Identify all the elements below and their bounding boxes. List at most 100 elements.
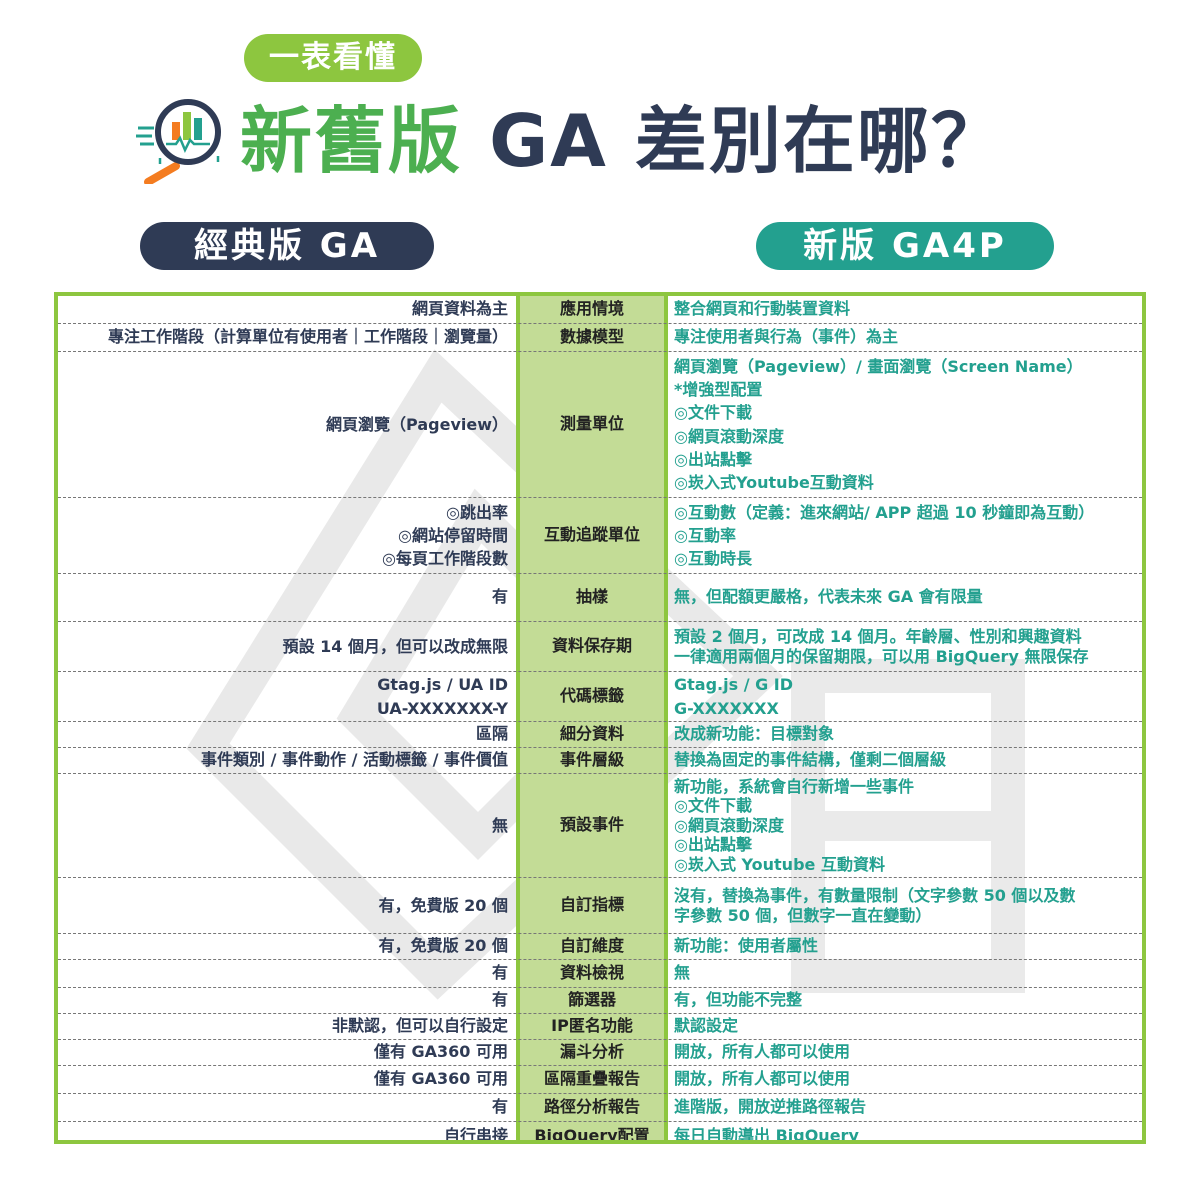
ga4-cell-line: ◎互動時長	[674, 549, 752, 569]
classic-cell-line: 網頁瀏覽（Pageview）	[326, 414, 508, 434]
ga4-cell: 沒有，替換為事件，有數量限制（文字參數 50 個以及數 字參數 50 個，但數字一…	[672, 878, 1142, 933]
classic-cell-line: 自行串接	[443, 1125, 508, 1144]
table-row: 有 抽樣 無，但配額更嚴格，代表未來 GA 會有限量	[58, 574, 1142, 622]
classic-cell-line: 網頁資料為主	[411, 299, 508, 319]
classic-cell-line: 無	[491, 815, 508, 835]
classic-cell: 非默認，但可以自行設定	[58, 1014, 514, 1039]
feature-label: 代碼標籤	[559, 686, 624, 706]
title-rest: GA 差別在哪？	[462, 99, 1005, 183]
ga4-cell: 每日自動導出 BigQuery	[672, 1122, 1142, 1140]
table-row: 有 資料檢視 無	[58, 960, 1142, 988]
feature-label: 預設事件	[559, 815, 624, 835]
ga4-cell: 有，但功能不完整	[672, 988, 1142, 1013]
classic-cell-line: 有	[491, 990, 508, 1010]
ga4-cell: 開放，所有人都可以使用	[672, 1040, 1142, 1065]
feature-cell: 應用情境	[520, 296, 664, 323]
classic-cell: 有	[58, 988, 514, 1013]
ga4-cell-line: *增強型配置	[674, 380, 763, 400]
feature-label: 篩選器	[567, 990, 616, 1010]
feature-label: 漏斗分析	[559, 1042, 624, 1062]
ga4-cell: 專注使用者與行為（事件）為主	[672, 324, 1142, 351]
ga4-cell-line: 默認設定	[674, 1016, 739, 1036]
classic-cell: 無	[58, 774, 514, 877]
table-row: 有 路徑分析報告 進階版，開放逆推路徑報告	[58, 1094, 1142, 1122]
feature-cell: 資料檢視	[520, 960, 664, 987]
ga4-cell-line: 替換為固定的事件結構，僅剩二個層級	[674, 750, 947, 770]
classic-cell: 僅有 GA360 可用	[58, 1066, 514, 1093]
ga4-header: 新版 GA4P	[756, 222, 1054, 270]
ga4-cell-line: 開放，所有人都可以使用	[674, 1042, 851, 1062]
ga4-cell-line: 無	[674, 963, 691, 983]
table-row: 僅有 GA360 可用 區隔重疊報告 開放，所有人都可以使用	[58, 1066, 1142, 1094]
comparison-table: 網頁資料為主 應用情境 整合網頁和行動裝置資料專注工作階段（計算單位有使用者｜工作階…	[54, 292, 1146, 1144]
ga4-cell-line: ◎網頁滾動深度	[674, 426, 784, 446]
feature-label: 抽樣	[575, 587, 608, 607]
ga4-cell-line: ◎出站點擊	[674, 835, 752, 855]
ga4-cell: 無	[672, 960, 1142, 987]
ga4-cell: 無，但配額更嚴格，代表未來 GA 會有限量	[672, 574, 1142, 621]
feature-cell: 篩選器	[520, 988, 664, 1013]
ga4-cell-line: Gtag.js / G ID	[674, 675, 794, 695]
ga4-cell-line: ◎互動率	[674, 525, 736, 545]
classic-cell: 僅有 GA360 可用	[58, 1040, 514, 1065]
feature-label: 互動追蹤單位	[543, 525, 640, 545]
classic-cell-line: 區隔	[475, 724, 508, 744]
ga4-cell-line: ◎崁入式Youtube互動資料	[674, 472, 874, 492]
ga4-cell-line: ◎網頁滾動深度	[674, 815, 784, 835]
classic-cell-line: 僅有 GA360 可用	[373, 1042, 508, 1062]
ga4-cell-line: 整合網頁和行動裝置資料	[674, 299, 851, 319]
feature-label: IP匿名功能	[551, 1016, 633, 1036]
table-row: 預設 14 個月，但可以改成無限 資料保存期 預設 2 個月，可改成 14 個月。年…	[58, 622, 1142, 672]
ga4-cell-line: 無，但配額更嚴格，代表未來 GA 會有限量	[674, 587, 983, 607]
ga4-cell-line: 預設 2 個月，可改成 14 個月。年齡層、性別和興趣資料	[674, 626, 1082, 646]
table-row: Gtag.js / UA ID UA-XXXXXXX-Y 代碼標籤 Gtag.js /…	[58, 672, 1142, 722]
feature-cell: 測量單位	[520, 352, 664, 497]
classic-cell-line: 有，免費版 20 個	[378, 936, 508, 956]
ga4-cell-line: ◎互動數（定義：進來網站/ APP 超過 10 秒鐘即為互動）	[674, 502, 1095, 522]
classic-cell-line: Gtag.js / UA ID	[377, 675, 508, 695]
classic-cell: 預設 14 個月，但可以改成無限	[58, 622, 514, 671]
table-row: 無 預設事件 新功能，系統會自行新增一些事件 ◎文件下載 ◎網頁滾動深度 ◎出站點擊 ◎崁入…	[58, 774, 1142, 878]
feature-label: 資料檢視	[559, 963, 624, 983]
classic-cell: 有	[58, 574, 514, 621]
classic-cell: 有，免費版 20 個	[58, 934, 514, 959]
feature-cell: 自訂指標	[520, 878, 664, 933]
classic-cell-line: 預設 14 個月，但可以改成無限	[282, 636, 508, 656]
ga4-cell-line: 字參數 50 個，但數字一直在變動）	[674, 905, 932, 925]
classic-cell-line: 事件類別 / 事件動作 / 活動標籤 / 事件價值	[201, 750, 508, 770]
ga4-cell-line: 一律適用兩個月的保留期限，可以用 BigQuery 無限保存	[674, 646, 1089, 666]
classic-ga-header: 經典版 GA	[140, 222, 434, 270]
feature-label: 細分資料	[559, 724, 624, 744]
feature-label: 數據模型	[559, 327, 624, 347]
table-row: 有 篩選器 有，但功能不完整	[58, 988, 1142, 1014]
feature-cell: 區隔重疊報告	[520, 1066, 664, 1093]
table-row: 自行串接 BigQuery配置 每日自動導出 BigQuery	[58, 1122, 1142, 1144]
classic-cell: 專注工作階段（計算單位有使用者｜工作階段｜瀏覽量）	[58, 324, 514, 351]
classic-cell: 有	[58, 960, 514, 987]
feature-label: 區隔重疊報告	[543, 1069, 640, 1089]
table-row: 專注工作階段（計算單位有使用者｜工作階段｜瀏覽量） 數據模型 專注使用者與行為（事件…	[58, 324, 1142, 352]
feature-cell: 互動追蹤單位	[520, 498, 664, 573]
feature-label: 資料保存期	[551, 636, 632, 656]
ga4-cell-line: 新功能：使用者屬性	[674, 936, 819, 956]
page-title: 新舊版 GA 差別在哪？	[240, 96, 1005, 186]
feature-cell: 代碼標籤	[520, 672, 664, 721]
classic-cell: 事件類別 / 事件動作 / 活動標籤 / 事件價值	[58, 748, 514, 773]
ga4-cell: 整合網頁和行動裝置資料	[672, 296, 1142, 323]
ga4-cell-line: 網頁瀏覽（Pageview）/ 畫面瀏覽（Screen Name）	[674, 356, 1083, 376]
classic-cell: ◎跳出率 ◎網站停留時間 ◎每頁工作階段數	[58, 498, 514, 573]
feature-label: 自訂維度	[559, 936, 624, 956]
classic-cell-line: ◎每頁工作階段數	[382, 549, 508, 569]
summary-badge: 一表看懂	[244, 34, 422, 82]
feature-label: 應用情境	[559, 299, 624, 319]
magnifier-chart-icon	[136, 99, 221, 184]
classic-cell-line: UA-XXXXXXX-Y	[376, 698, 508, 718]
feature-cell: 數據模型	[520, 324, 664, 351]
table-row: 僅有 GA360 可用 漏斗分析 開放，所有人都可以使用	[58, 1040, 1142, 1066]
ga4-cell-line: 進階版，開放逆推路徑報告	[674, 1097, 867, 1117]
classic-cell-line: 有，免費版 20 個	[378, 895, 508, 915]
ga4-cell: 開放，所有人都可以使用	[672, 1066, 1142, 1093]
ga4-cell: ◎互動數（定義：進來網站/ APP 超過 10 秒鐘即為互動） ◎互動率 ◎互動時長	[672, 498, 1142, 573]
ga4-cell-line: 沒有，替換為事件，有數量限制（文字參數 50 個以及數	[674, 885, 1076, 905]
feature-cell: 預設事件	[520, 774, 664, 877]
